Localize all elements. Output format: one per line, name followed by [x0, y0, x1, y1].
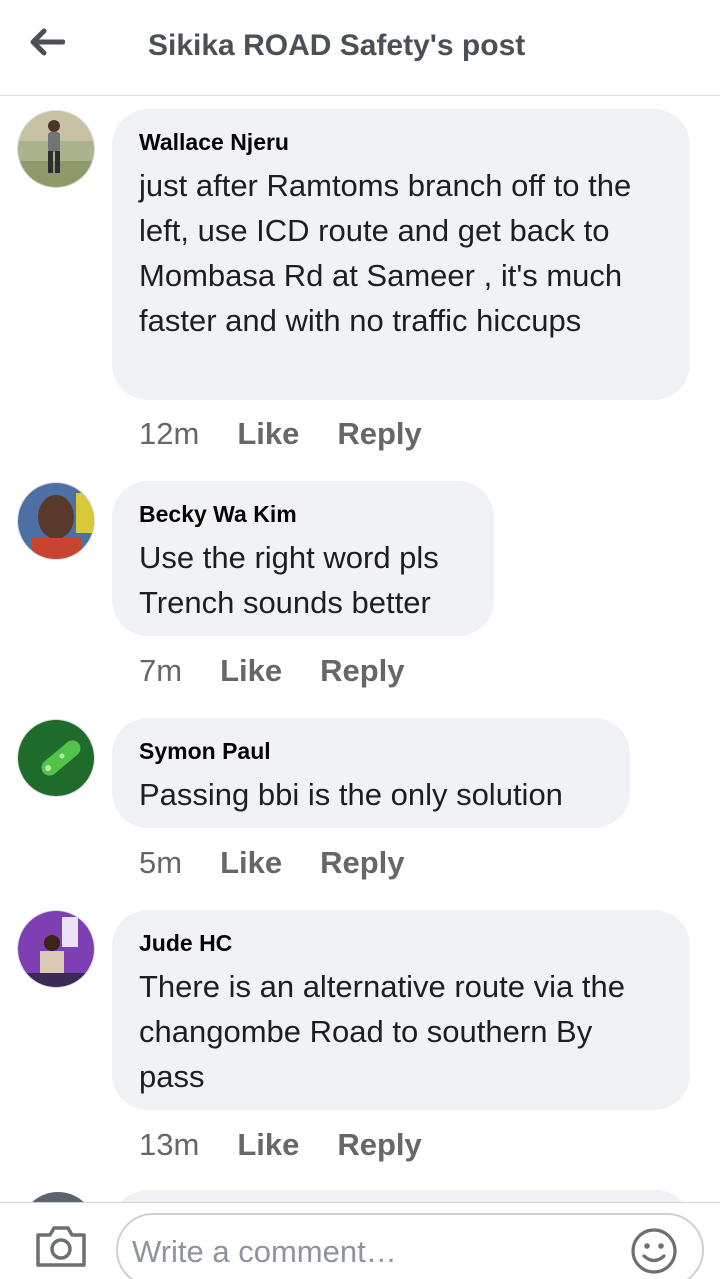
comment-actions: 7m Like Reply — [139, 653, 405, 689]
like-button[interactable]: Like — [220, 653, 282, 689]
comment-time[interactable]: 7m — [139, 653, 182, 689]
comment-time[interactable]: 5m — [139, 845, 182, 881]
camera-button[interactable] — [34, 1223, 88, 1269]
reply-button[interactable]: Reply — [337, 416, 421, 452]
comment-bubble: Becky Wa Kim Use the right word pls Tren… — [112, 481, 494, 636]
comment-actions: 13m Like Reply — [139, 1127, 422, 1163]
avatar[interactable] — [17, 482, 95, 560]
avatar[interactable] — [17, 910, 95, 988]
comment-text: just after Ramtoms branch off to the lef… — [139, 168, 632, 338]
like-button[interactable]: Like — [237, 1127, 299, 1163]
camera-icon — [36, 1226, 86, 1267]
like-button[interactable]: Like — [237, 416, 299, 452]
avatar[interactable] — [17, 719, 95, 797]
comment-input-placeholder: Write a comment… — [132, 1234, 397, 1269]
top-bar: Sikika ROAD Safety's post — [0, 0, 720, 96]
page-title: Sikika ROAD Safety's post — [148, 29, 526, 62]
comment-author[interactable]: Wallace Njeru — [139, 127, 662, 157]
emoji-icon — [631, 1228, 677, 1274]
comment-time[interactable]: 13m — [139, 1127, 199, 1163]
comment-author[interactable]: Becky Wa Kim — [139, 499, 466, 529]
emoji-button[interactable] — [630, 1227, 678, 1275]
comment-bubble: Jude HC There is an alternative route vi… — [112, 910, 690, 1110]
comment-author[interactable]: Jude HC — [139, 928, 662, 958]
avatar[interactable] — [17, 110, 95, 188]
comment-text: Use the right word pls Trench sounds bet… — [139, 540, 439, 620]
comment-input[interactable]: Write a comment… — [116, 1213, 704, 1279]
comment-text: There is an alternative route via the ch… — [139, 969, 625, 1094]
comment-composer: Write a comment… — [0, 1202, 720, 1279]
back-button[interactable] — [22, 22, 72, 62]
arrow-left-icon — [30, 28, 65, 56]
like-button[interactable]: Like — [220, 845, 282, 881]
comment-actions: 5m Like Reply — [139, 845, 405, 881]
reply-button[interactable]: Reply — [320, 653, 404, 689]
comment-author[interactable]: Symon Paul — [139, 736, 602, 766]
comment-time[interactable]: 12m — [139, 416, 199, 452]
comment-bubble: Wallace Njeru just after Ramtoms branch … — [112, 109, 690, 400]
reply-button[interactable]: Reply — [337, 1127, 421, 1163]
comment-bubble: Symon Paul Passing bbi is the only solut… — [112, 718, 630, 828]
comment-actions: 12m Like Reply — [139, 416, 422, 452]
comment-text: Passing bbi is the only solution — [139, 777, 563, 812]
reply-button[interactable]: Reply — [320, 845, 404, 881]
